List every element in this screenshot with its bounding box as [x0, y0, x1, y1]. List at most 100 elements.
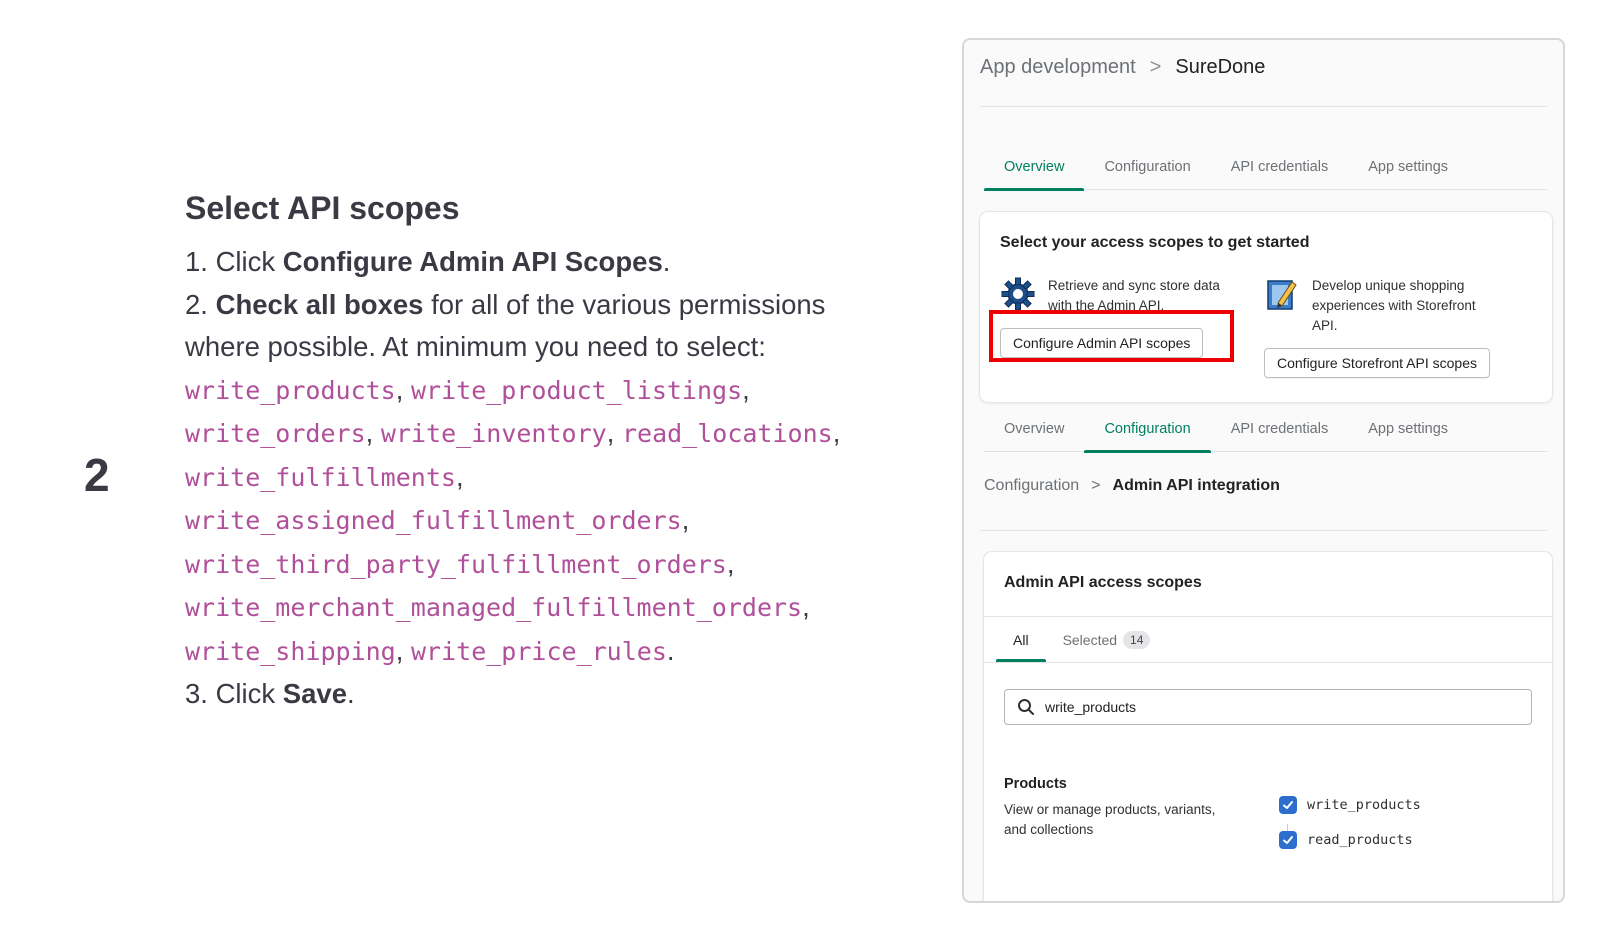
tab-label: App settings	[1368, 159, 1449, 175]
sub-breadcrumb-parent[interactable]: Configuration	[984, 477, 1079, 495]
storefront-icon	[1267, 280, 1297, 310]
scope-search-input[interactable]	[1045, 699, 1525, 715]
tab-label: Configuration	[1104, 159, 1191, 175]
tab-overview[interactable]: Overview	[984, 416, 1084, 452]
tab-label: Overview	[1004, 421, 1065, 437]
comma: ,	[455, 460, 464, 492]
storefront-api-description: Develop unique shopping experiences with…	[1312, 276, 1476, 336]
comma: ,	[832, 417, 841, 448]
sub-breadcrumb: Configuration > Admin API integration	[984, 477, 1280, 495]
desc-line: Develop unique shopping	[1312, 278, 1465, 293]
instruction-item-2-cont: where possible. At minimum you need to s…	[185, 331, 766, 362]
tab-label: Selected	[1062, 632, 1118, 648]
tab-api-credentials[interactable]: API credentials	[1211, 154, 1349, 190]
divider	[980, 530, 1547, 531]
selected-count-badge: 14	[1123, 631, 1151, 649]
tab-label: App settings	[1368, 421, 1449, 437]
comma: ,	[681, 504, 690, 535]
item1-prefix: 1. Click	[185, 246, 283, 277]
breadcrumb: App development > SureDone	[980, 56, 1265, 79]
scope-line-2: write_orders, write_inventory, read_loca…	[185, 412, 885, 456]
scope-code: write_assigned_fulfillment_orders	[185, 506, 682, 535]
permission-read-products[interactable]: read_products	[1279, 831, 1413, 849]
item2-text1: for all of the various permissions	[423, 288, 826, 320]
scope-code: write_price_rules	[411, 636, 667, 666]
breadcrumb-parent[interactable]: App development	[980, 56, 1136, 79]
scope-code: write_product_listings	[411, 375, 743, 405]
admin-api-scopes-title: Admin API access scopes	[1004, 574, 1202, 591]
period: .	[666, 634, 675, 666]
scope-code: write_orders	[185, 419, 366, 448]
divider	[984, 662, 1552, 663]
checkbox-checked-icon[interactable]	[1279, 796, 1297, 814]
instruction-item-2: 2. Check all boxes for all of the variou…	[185, 284, 885, 327]
scope-code: write_third_party_fulfillment_orders	[185, 549, 727, 579]
breadcrumb-separator: >	[1149, 56, 1162, 78]
tab-label: API credentials	[1230, 159, 1329, 175]
scope-code: write_products	[185, 375, 396, 405]
sub-breadcrumb-separator: >	[1091, 477, 1101, 494]
comma: ,	[395, 373, 404, 405]
tab-configuration[interactable]: Configuration	[1084, 416, 1211, 453]
comma: ,	[395, 634, 404, 666]
tab-label: API credentials	[1230, 421, 1329, 437]
scope-code: read_locations	[621, 419, 833, 448]
comma: ,	[365, 417, 374, 448]
item2-bold: Check all boxes	[215, 288, 424, 320]
configure-storefront-api-scopes-button[interactable]: Configure Storefront API scopes	[1264, 348, 1490, 378]
instructions-heading: Select API scopes	[185, 190, 460, 226]
checkbox-checked-icon[interactable]	[1279, 831, 1297, 849]
scope-code: write_merchant_managed_fulfillment_order…	[185, 593, 803, 622]
permission-write-products[interactable]: write_products	[1279, 796, 1421, 814]
instructions: Select API scopes 1. Click Configure Adm…	[185, 190, 885, 716]
tab-selected[interactable]: Selected 14	[1046, 618, 1168, 662]
item1-suffix: .	[662, 246, 671, 277]
tabs-bottom: Overview Configuration API credentials A…	[984, 416, 1547, 453]
breadcrumb-current: SureDone	[1175, 56, 1266, 78]
scope-code: write_inventory	[380, 419, 607, 448]
comma: ,	[726, 547, 735, 579]
admin-api-scopes-card: Admin API access scopes All Selected 14 P…	[984, 552, 1552, 901]
divider	[984, 616, 1552, 617]
access-scopes-title: Select your access scopes to get started	[1000, 234, 1310, 251]
divider	[980, 106, 1547, 107]
tab-label: Overview	[1004, 159, 1065, 175]
scope-code: write_fulfillments	[185, 462, 456, 492]
highlight-box	[989, 310, 1234, 362]
item3-bold: Save	[282, 678, 348, 709]
tab-app-settings[interactable]: App settings	[1348, 154, 1468, 190]
instruction-item-1: 1. Click Configure Admin API Scopes.	[185, 241, 885, 284]
desc-line: View or manage products, variants,	[1004, 802, 1216, 817]
sub-breadcrumb-current: Admin API integration	[1112, 477, 1280, 494]
scope-line-4: write_assigned_fulfillment_orders,	[185, 499, 885, 543]
desc-line: experiences with Storefront	[1312, 298, 1476, 313]
item1-bold: Configure Admin API Scopes	[282, 246, 663, 277]
desc-line: API.	[1312, 318, 1338, 333]
tab-api-credentials[interactable]: API credentials	[1211, 416, 1349, 452]
tab-configuration[interactable]: Configuration	[1084, 154, 1210, 190]
tab-app-settings[interactable]: App settings	[1348, 416, 1468, 452]
scope-search-field[interactable]	[1004, 689, 1532, 725]
instruction-item-3: 3. Click Save.	[185, 673, 885, 716]
item3-suffix: .	[347, 678, 355, 709]
item2-prefix: 2.	[185, 288, 216, 320]
step-number: 2	[84, 449, 110, 501]
comma: ,	[742, 373, 750, 405]
scope-line-5: write_third_party_fulfillment_orders,	[185, 543, 885, 587]
access-scopes-card: Select your access scopes to get started	[980, 212, 1552, 402]
gear-icon	[1001, 277, 1035, 311]
tab-label: All	[1013, 632, 1029, 648]
scope-code: write_shipping	[185, 636, 396, 666]
scope-filter-tabs: All Selected 14	[996, 618, 1167, 662]
tab-overview[interactable]: Overview	[984, 154, 1085, 191]
tabs-top: Overview Configuration API credentials A…	[984, 154, 1547, 191]
permission-label: read_products	[1307, 832, 1413, 848]
app-screenshot: App development > SureDone Overview Conf…	[962, 38, 1565, 903]
item3-prefix: 3. Click	[185, 678, 283, 709]
desc-line: Retrieve and sync store data	[1048, 278, 1220, 293]
desc-line: and collections	[1004, 822, 1094, 837]
scope-line-7: write_shipping, write_price_rules.	[185, 630, 885, 674]
tab-all[interactable]: All	[996, 618, 1046, 662]
products-section-title: Products	[1004, 776, 1067, 792]
scope-line-3: write_fulfillments,	[185, 456, 885, 500]
